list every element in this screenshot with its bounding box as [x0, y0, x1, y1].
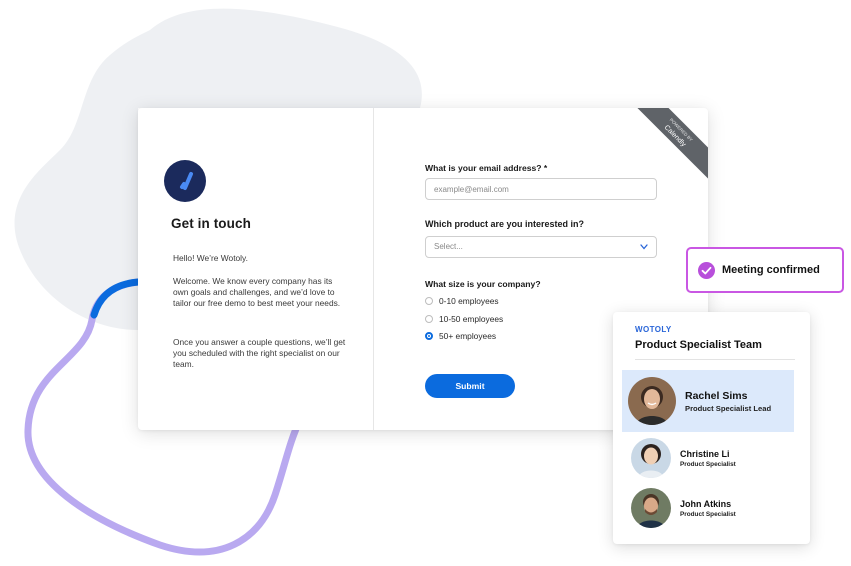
member-name: Christine Li: [680, 448, 730, 459]
radio-button[interactable]: [425, 297, 433, 305]
avatar: [631, 438, 671, 478]
team-member-rachel-sims[interactable]: Rachel Sims Product Specialist Lead: [622, 370, 794, 432]
meeting-confirmed-text: Meeting confirmed: [722, 264, 820, 276]
email-input[interactable]: [425, 178, 657, 200]
intro-panel: Get in touch Hello! We’re Wotoly. Welcom…: [138, 108, 374, 430]
team-member-christine-li[interactable]: Christine Li Product Specialist: [622, 436, 794, 480]
chevron-down-icon: [640, 244, 648, 250]
size-option-10-50[interactable]: 10-50 employees: [425, 313, 503, 325]
size-option-label: 50+ employees: [439, 331, 497, 341]
team-brand: WOTOLY: [635, 325, 672, 334]
radio-button-selected[interactable]: [425, 332, 433, 340]
meeting-confirmed-badge: Meeting confirmed: [686, 247, 844, 293]
closing-text: Once you answer a couple questions, we’l…: [173, 337, 346, 370]
product-label: Which product are you interested in?: [425, 219, 585, 229]
radio-button[interactable]: [425, 315, 433, 323]
page-title: Get in touch: [171, 216, 251, 231]
member-role: Product Specialist Lead: [685, 403, 772, 413]
product-select[interactable]: Select...: [425, 236, 657, 258]
avatar: [631, 488, 671, 528]
member-name: Rachel Sims: [685, 389, 748, 402]
email-label: What is your email address? *: [425, 163, 548, 173]
size-option-50-plus[interactable]: 50+ employees: [425, 330, 496, 342]
calendly-ribbon[interactable]: POWERED BY Calendly: [627, 108, 708, 184]
greeting-text: Hello! We’re Wotoly.: [173, 253, 248, 263]
member-role: Product Specialist: [680, 510, 736, 518]
avatar: [628, 377, 676, 425]
welcome-text: Welcome. We know every company has its o…: [173, 276, 341, 309]
divider: [635, 359, 795, 360]
team-title: Product Specialist Team: [635, 339, 762, 351]
check-circle-icon: [698, 261, 715, 279]
company-size-label: What size is your company?: [425, 279, 541, 289]
product-select-value: Select...: [434, 242, 463, 251]
member-name: John Atkins: [680, 498, 732, 509]
size-option-label: 10-50 employees: [439, 314, 504, 324]
member-role: Product Specialist: [680, 460, 736, 468]
size-option-0-10[interactable]: 0-10 employees: [425, 295, 499, 307]
submit-button[interactable]: Submit: [425, 374, 515, 398]
size-option-label: 0-10 employees: [439, 296, 499, 306]
team-member-john-atkins[interactable]: John Atkins Product Specialist: [622, 486, 794, 530]
wotoly-logo-icon: [164, 160, 206, 202]
team-card: WOTOLY Product Specialist Team Rachel Si…: [613, 312, 810, 544]
